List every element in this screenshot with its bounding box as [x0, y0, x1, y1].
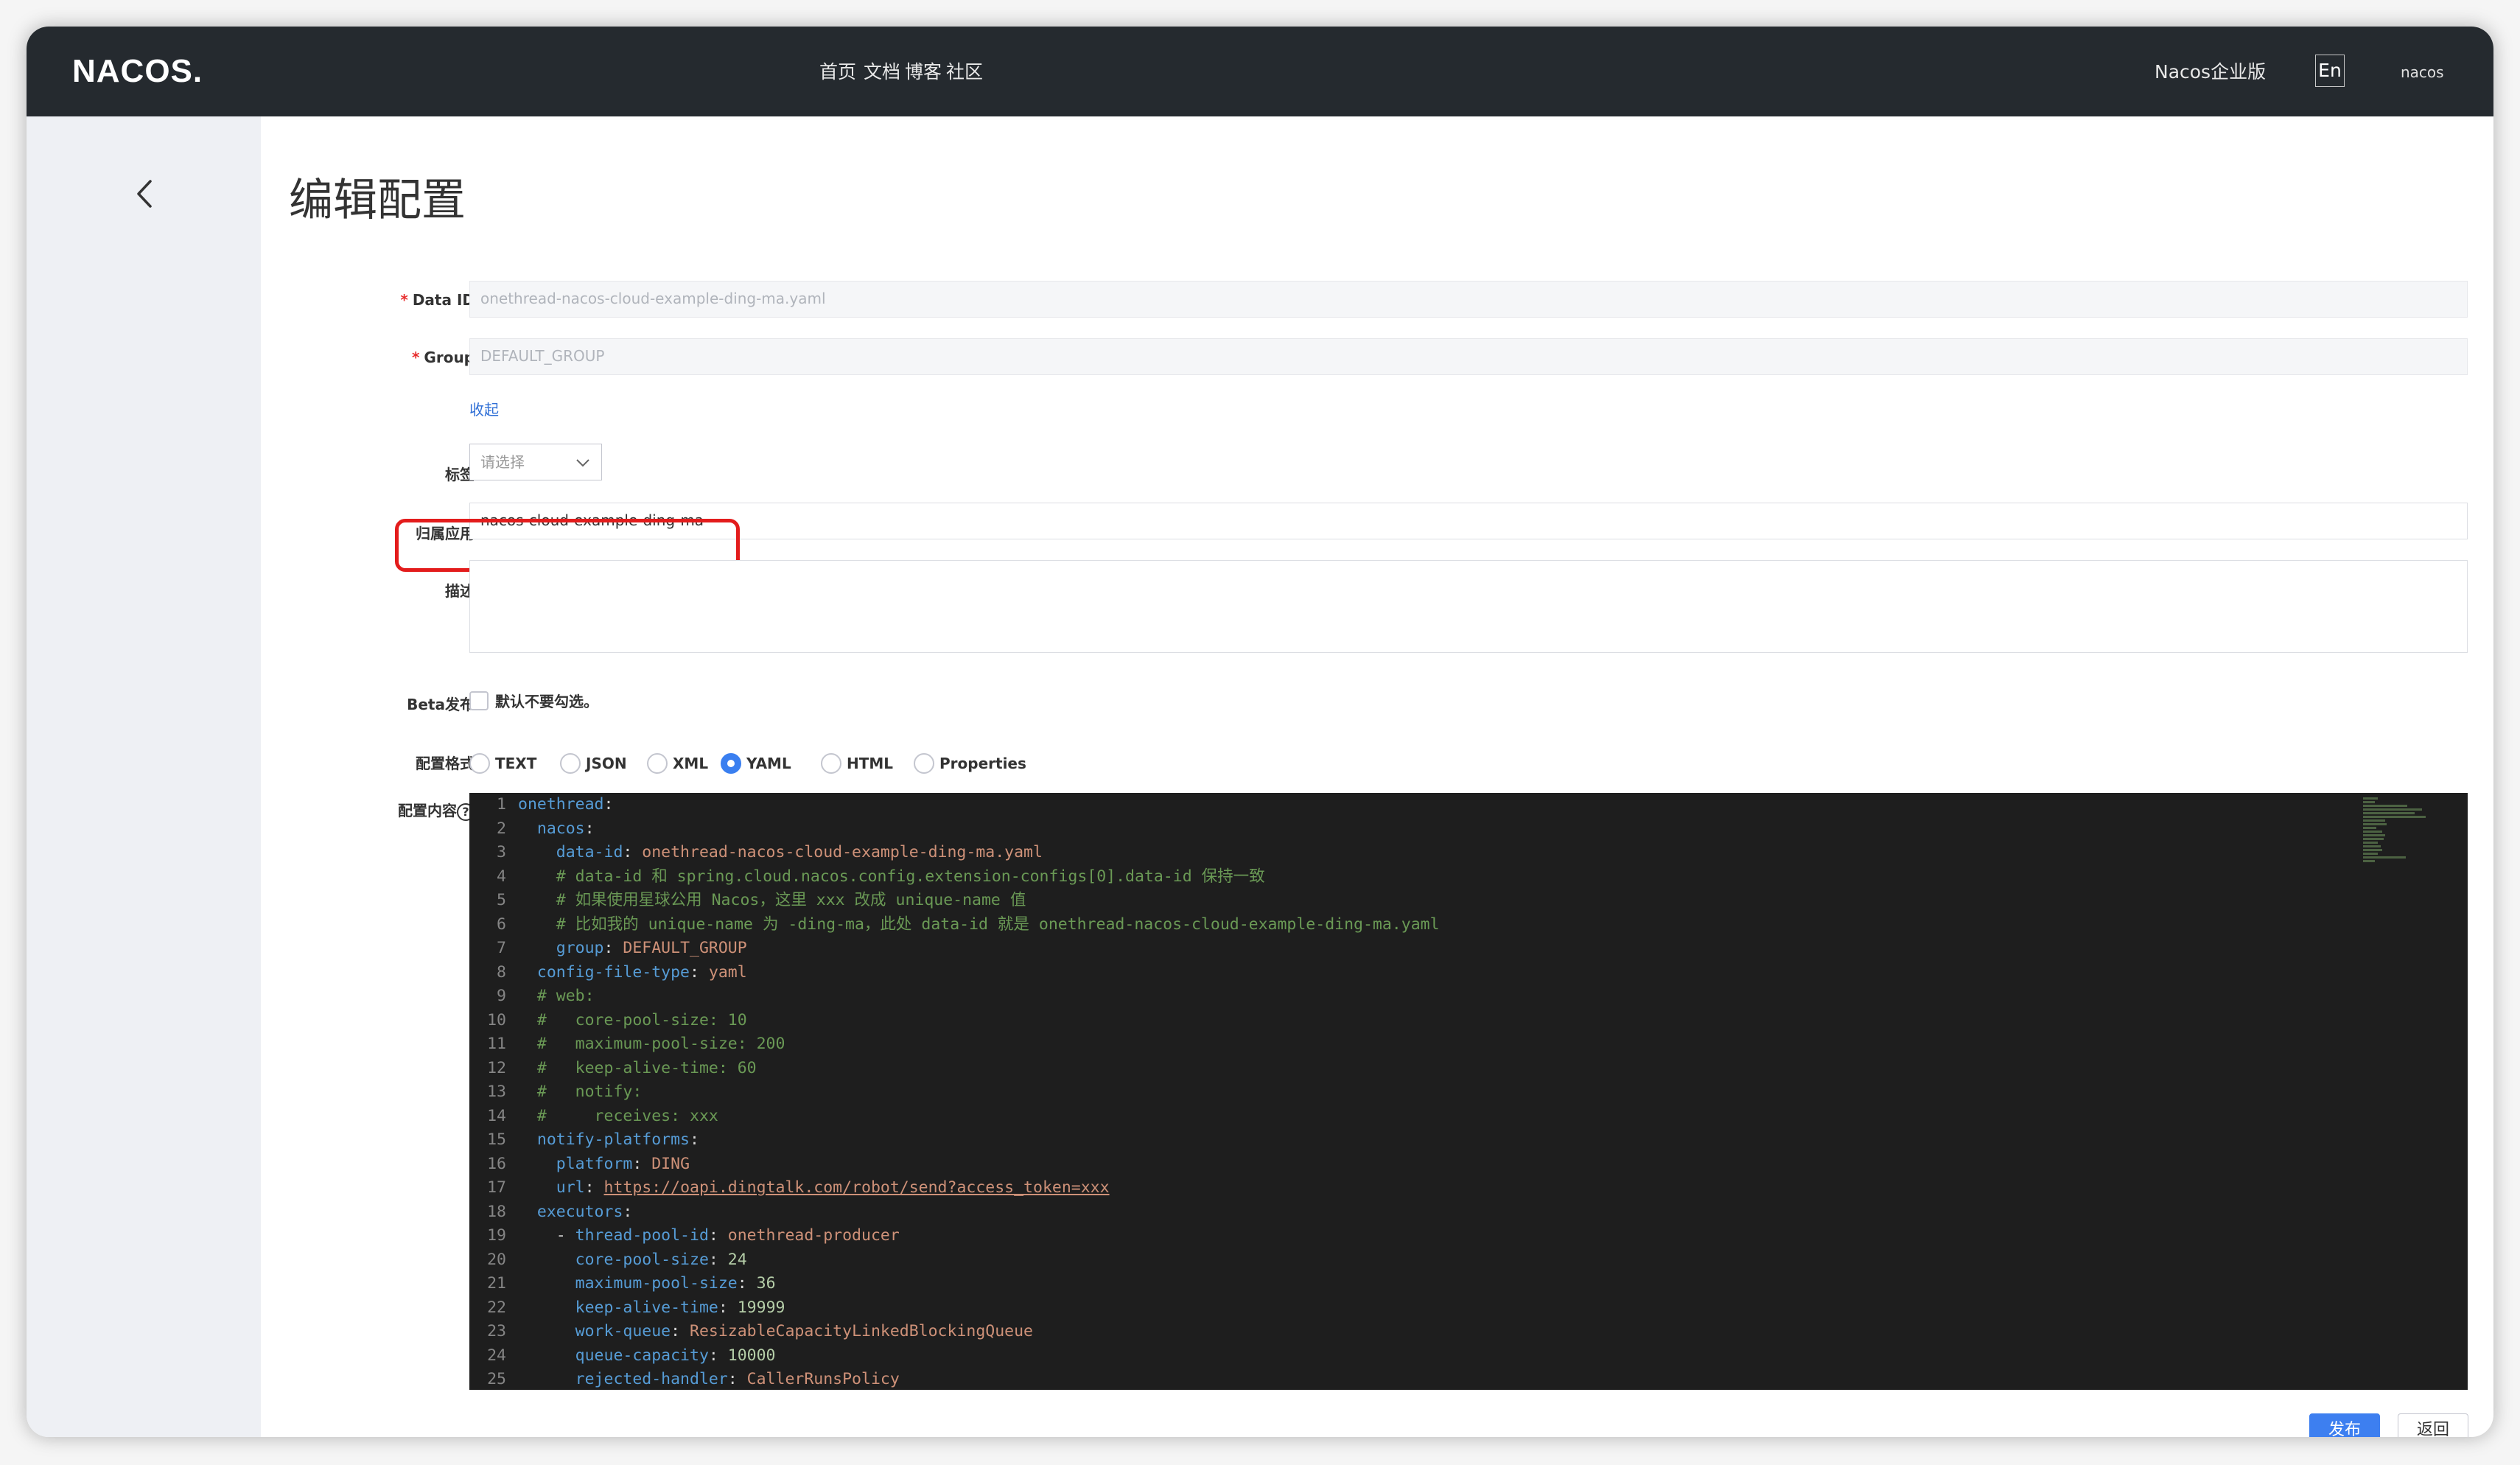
- format-radio-json[interactable]: [560, 753, 581, 774]
- code-line: 20 core-pool-size: 24: [469, 1248, 2311, 1273]
- line-number: 15: [487, 1130, 506, 1149]
- line-number: 6: [497, 915, 506, 934]
- sidebar: [27, 116, 261, 1437]
- format-radio-properties[interactable]: [914, 753, 934, 774]
- format-option-json: JSON: [586, 755, 627, 772]
- code-line: 23 work-queue: ResizableCapacityLinkedBl…: [469, 1320, 2311, 1344]
- code-line: 14 # receives: xxx: [469, 1105, 2311, 1129]
- format-option-text: TEXT: [495, 755, 537, 772]
- back-button[interactable]: 返回: [2398, 1413, 2468, 1437]
- line-number: 22: [487, 1298, 506, 1317]
- format-label: 配置格式:: [416, 755, 480, 772]
- nav-enterprise[interactable]: Nacos企业版: [2155, 57, 2266, 87]
- desc-textarea[interactable]: [469, 560, 2468, 653]
- format-option-xml: XML: [673, 755, 709, 772]
- format-option-properties: Properties: [939, 755, 1026, 772]
- code-line: 6 # 比如我的 unique-name 为 -ding-ma，此处 data-…: [469, 913, 2311, 937]
- format-radio-html[interactable]: [821, 753, 841, 774]
- line-number: 12: [487, 1058, 506, 1077]
- content-label: 配置内容?:: [321, 796, 480, 825]
- code-editor[interactable]: 1 onethread: 2 nacos: 3 data-id: onethrea…: [469, 793, 2468, 1390]
- code-line: 13 # notify:: [469, 1080, 2311, 1105]
- nacos-logo[interactable]: NACOS.: [72, 49, 203, 94]
- data-id-label: * Data ID:: [400, 291, 480, 309]
- beta-label: Beta发布:: [407, 696, 480, 713]
- desc-label: 描述:: [445, 582, 480, 600]
- group-label: * Group:: [411, 349, 480, 366]
- line-number: 25: [487, 1370, 506, 1388]
- code-line: 22 keep-alive-time: 19999: [469, 1296, 2311, 1321]
- code-line: 10 # core-pool-size: 10: [469, 1009, 2311, 1033]
- line-number: 19: [487, 1226, 506, 1245]
- app-window: NACOS. 首页 文档 博客 社区 Nacos企业版 En nacos 编辑配…: [27, 27, 2493, 1437]
- line-number: 23: [487, 1322, 506, 1340]
- publish-button[interactable]: 发布: [2309, 1413, 2380, 1437]
- code-line: 2 nacos:: [469, 817, 2311, 842]
- code-line: 9 # web:: [469, 985, 2311, 1009]
- line-number: 14: [487, 1106, 506, 1125]
- line-number: 8: [497, 962, 506, 982]
- code-line: 19 - thread-pool-id: onethread-producer: [469, 1224, 2311, 1248]
- line-number: 9: [497, 987, 506, 1005]
- format-radio-xml[interactable]: [647, 753, 668, 774]
- format-radio-text[interactable]: [469, 753, 490, 774]
- editor-minimap[interactable]: [2363, 797, 2429, 871]
- top-navbar: NACOS. 首页 文档 博客 社区 Nacos企业版 En nacos: [27, 27, 2493, 116]
- tags-select[interactable]: 请选择: [469, 444, 602, 480]
- code-line: 5 # 如果使用星球公用 Nacos，这里 xxx 改成 unique-name…: [469, 889, 2311, 913]
- code-line: 8 config-file-type: yaml: [469, 961, 2311, 985]
- group-field[interactable]: DEFAULT_GROUP: [469, 338, 2468, 375]
- line-number: 13: [487, 1083, 506, 1101]
- code-line: 3 data-id: onethread-nacos-cloud-example…: [469, 841, 2311, 865]
- nav-home[interactable]: 首页: [819, 57, 856, 87]
- tags-select-placeholder: 请选择: [480, 453, 525, 471]
- data-id-field[interactable]: onethread-nacos-cloud-example-ding-ma.ya…: [469, 281, 2468, 318]
- line-number: 2: [497, 819, 506, 838]
- nav-docs[interactable]: 文档: [864, 57, 900, 87]
- language-switch-button[interactable]: En: [2315, 55, 2345, 87]
- line-number: 3: [497, 843, 506, 861]
- beta-checkbox[interactable]: [469, 691, 489, 710]
- nav-community[interactable]: 社区: [946, 57, 983, 87]
- nav-blog[interactable]: 博客: [905, 57, 942, 87]
- code-line: 15 notify-platforms:: [469, 1128, 2311, 1153]
- code-line: 25 rejected-handler: CallerRunsPolicy: [469, 1368, 2311, 1390]
- line-number: 10: [487, 1010, 506, 1029]
- code-line: 4 # data-id 和 spring.cloud.nacos.config.…: [469, 865, 2311, 889]
- chevron-down-icon: [576, 459, 589, 467]
- code-line: 16 platform: DING: [469, 1153, 2311, 1177]
- content-label-text: 配置内容: [398, 802, 457, 819]
- tags-label: 标签:: [445, 466, 480, 483]
- code-line: 12 # keep-alive-time: 60: [469, 1057, 2311, 1081]
- code-line: 17 url: https://oapi.dingtalk.com/robot/…: [469, 1176, 2311, 1200]
- line-number: 17: [487, 1178, 506, 1197]
- line-number: 4: [497, 867, 506, 886]
- line-number: 1: [497, 795, 506, 814]
- app-input[interactable]: nacos-cloud-example-ding-ma: [469, 503, 2468, 539]
- line-number: 11: [487, 1035, 506, 1053]
- code-line: 11 # maximum-pool-size: 200: [469, 1032, 2311, 1057]
- line-number: 5: [497, 891, 506, 909]
- collapse-link[interactable]: 收起: [469, 395, 499, 424]
- format-radio-yaml[interactable]: [721, 753, 741, 774]
- line-number: 16: [487, 1154, 506, 1173]
- line-number: 24: [487, 1346, 506, 1365]
- beta-hint: 默认不要勾选。: [495, 693, 598, 710]
- line-number: 7: [497, 939, 506, 957]
- code-line: 1 onethread:: [469, 793, 2311, 817]
- user-menu[interactable]: nacos: [2401, 59, 2444, 85]
- format-option-yaml: YAML: [746, 755, 791, 772]
- code-line: 7 group: DEFAULT_GROUP: [469, 937, 2311, 961]
- code-line: 24 queue-capacity: 10000: [469, 1344, 2311, 1368]
- line-number: 20: [487, 1250, 506, 1269]
- format-option-html: HTML: [847, 755, 894, 772]
- line-number: 21: [487, 1274, 506, 1293]
- chevron-left-icon[interactable]: [130, 175, 159, 212]
- page-title: 编辑配置: [289, 175, 466, 226]
- code-line: 18 executors:: [469, 1200, 2311, 1225]
- code-line: 21 maximum-pool-size: 36: [469, 1272, 2311, 1296]
- line-number: 18: [487, 1202, 506, 1221]
